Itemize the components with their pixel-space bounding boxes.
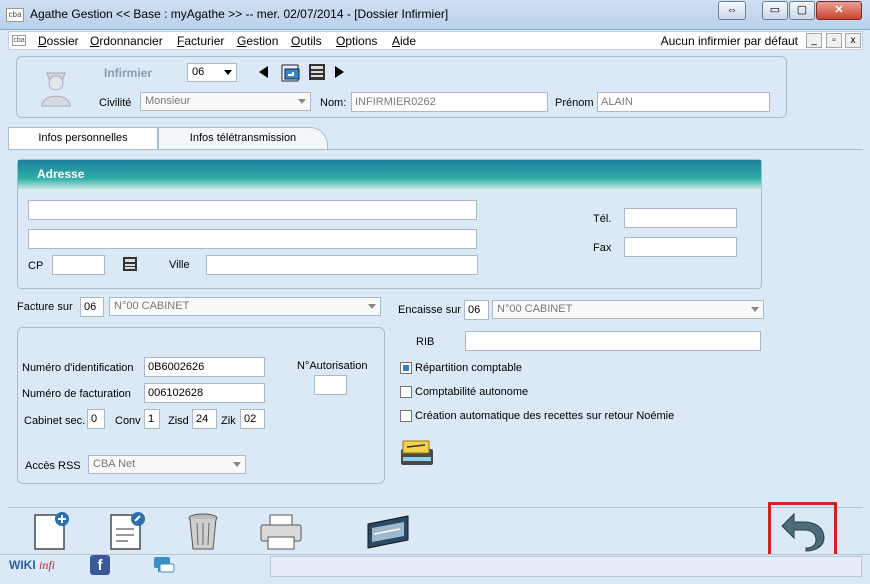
new-document-icon[interactable]: [32, 511, 72, 553]
adresse-line2-field[interactable]: [28, 229, 477, 249]
mdi-close-button[interactable]: x: [845, 33, 861, 48]
repartition-comptable-label: Répartition comptable: [415, 362, 523, 374]
menu-gestion[interactable]: Gestion: [237, 34, 278, 48]
restore-size-button[interactable]: ⇔: [718, 1, 746, 20]
calculator-icon[interactable]: [308, 63, 326, 81]
trash-icon[interactable]: [185, 511, 221, 553]
adresse-line1-field[interactable]: [28, 200, 477, 220]
menu-options[interactable]: Options: [336, 34, 377, 48]
cabinet-sec-field[interactable]: [87, 409, 105, 429]
encaisse-sur-select[interactable]: N°00 CABINET: [492, 300, 764, 319]
autorisation-field[interactable]: [314, 375, 347, 395]
facture-sur-code-field[interactable]: [80, 297, 104, 317]
cp-field[interactable]: [52, 255, 105, 275]
fax-label: Fax: [593, 242, 612, 254]
menu-bar: cba Dossier Ordonnancier Facturier Gesti…: [8, 31, 863, 50]
header-panel: Infirmier 06 Civilité Monsieur Nom: Prén…: [16, 56, 787, 118]
tel-label: Tél.: [593, 213, 612, 225]
comptabilite-autonome-checkbox[interactable]: [400, 386, 412, 398]
cp-label: CP: [28, 260, 44, 272]
adresse-title: Adresse: [37, 167, 85, 181]
menu-outils[interactable]: Outils: [291, 34, 322, 48]
num-id-label: Numéro d'identification: [22, 362, 134, 374]
app-icon: cba: [6, 8, 24, 22]
prenom-field[interactable]: [597, 92, 770, 112]
zisd-label: Zisd: [168, 415, 189, 427]
window-title: Agathe Gestion << Base : myAgathe >> -- …: [30, 7, 449, 21]
ville-field[interactable]: [206, 255, 478, 275]
fax-field[interactable]: [624, 237, 737, 257]
facture-sur-label: Facture sur: [17, 301, 73, 313]
chat-bubble-icon[interactable]: [152, 555, 176, 577]
next-record-icon[interactable]: [335, 66, 344, 78]
tab-infos-personnelles[interactable]: Infos personnelles: [8, 127, 158, 149]
civilite-select[interactable]: Monsieur: [140, 92, 311, 111]
num-fact-label: Numéro de facturation: [22, 388, 131, 400]
num-fact-field[interactable]: [144, 383, 265, 403]
role-label: Infirmier: [104, 66, 153, 80]
close-window-button[interactable]: ✕: [816, 1, 862, 20]
menu-facturier[interactable]: Facturier: [177, 34, 224, 48]
card-reader-icon[interactable]: [280, 62, 302, 84]
nurse-avatar-icon: [41, 72, 71, 107]
creation-auto-recettes-label: Création automatique des recettes sur re…: [415, 410, 675, 422]
card-reader-toolbar-icon[interactable]: [364, 512, 412, 552]
repartition-comptable-checkbox[interactable]: [400, 362, 412, 374]
creation-auto-recettes-checkbox[interactable]: [400, 410, 412, 422]
menu-dossier[interactable]: Dossier: [38, 34, 79, 48]
adresse-header: Adresse: [18, 160, 761, 191]
default-nurse-label[interactable]: Aucun infirmier par défaut: [661, 34, 798, 48]
edit-document-icon[interactable]: [108, 511, 148, 553]
comptabilite-autonome-label: Comptabilité autonome: [415, 386, 529, 398]
menu-aide[interactable]: Aide: [392, 34, 416, 48]
mdi-app-icon: cba: [12, 35, 26, 46]
minimize-button[interactable]: ▭: [762, 1, 788, 20]
zik-label: Zik: [221, 415, 236, 427]
tab-infos-teletransmission[interactable]: Infos télétransmission: [158, 127, 328, 149]
prenom-label: Prénom: [555, 97, 594, 109]
status-message-area: [270, 556, 862, 577]
encaisse-sur-label: Encaisse sur: [398, 304, 461, 316]
encaisse-sur-code-field[interactable]: [464, 300, 489, 320]
zik-field[interactable]: [240, 409, 265, 429]
mdi-minimize-button[interactable]: _: [806, 33, 822, 48]
conv-field[interactable]: [144, 409, 160, 429]
title-bar: cba Agathe Gestion << Base : myAgathe >>…: [0, 0, 870, 30]
return-button[interactable]: [780, 510, 826, 552]
rib-field[interactable]: [465, 331, 761, 351]
nom-field[interactable]: [351, 92, 548, 112]
acces-rss-label: Accès RSS: [25, 460, 81, 472]
cp-lookup-icon[interactable]: [122, 256, 138, 272]
facture-sur-select[interactable]: N°00 CABINET: [109, 297, 381, 316]
mdi-restore-button[interactable]: ▫: [826, 33, 842, 48]
status-bar: WIKI infi f: [0, 554, 870, 584]
autorisation-label: N°Autorisation: [297, 360, 368, 372]
acces-rss-select[interactable]: CBA Net: [88, 455, 246, 474]
nom-label: Nom:: [320, 97, 347, 109]
menu-ordonnancier[interactable]: Ordonnancier: [90, 34, 163, 48]
ville-label: Ville: [169, 259, 190, 271]
cabinet-sec-label: Cabinet sec.: [24, 415, 86, 427]
scanner-icon[interactable]: [399, 437, 435, 469]
tel-field[interactable]: [624, 208, 737, 228]
record-number-select[interactable]: 06: [187, 63, 237, 82]
civilite-label: Civilité: [99, 97, 132, 109]
conv-label: Conv: [115, 415, 141, 427]
rib-label: RIB: [416, 336, 435, 348]
wiki-infi-link[interactable]: WIKI infi: [9, 558, 55, 573]
previous-record-icon[interactable]: [259, 66, 268, 78]
maximize-button[interactable]: ▢: [789, 1, 815, 20]
zisd-field[interactable]: [192, 409, 217, 429]
num-id-field[interactable]: [144, 357, 265, 377]
printer-icon[interactable]: [258, 513, 304, 551]
facebook-icon[interactable]: f: [90, 555, 110, 575]
